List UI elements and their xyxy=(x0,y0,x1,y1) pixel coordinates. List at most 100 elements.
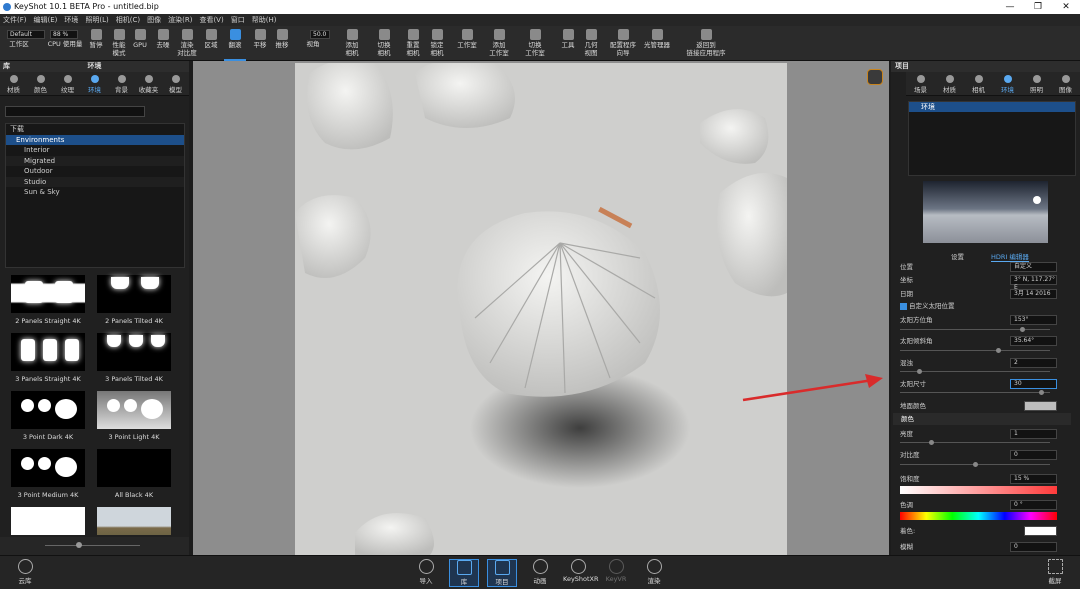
bottom-bar-item[interactable]: 项目 xyxy=(487,559,517,587)
toolbar-item[interactable]: 视角 xyxy=(302,26,324,61)
toolbar-item[interactable]: 重置 相机 xyxy=(402,26,424,61)
slider-handle[interactable] xyxy=(917,369,923,374)
sunsize-field[interactable]: 30 xyxy=(1010,379,1057,389)
slider-handle[interactable] xyxy=(929,440,934,445)
custom-sun-checkbox[interactable] xyxy=(900,302,907,310)
slider-handle[interactable] xyxy=(1020,327,1026,332)
azimuth-field[interactable]: 153° xyxy=(1010,315,1057,325)
toolbar-item[interactable]: 暂停 xyxy=(86,26,106,61)
toolbar-item[interactable]: CPU 使用量 xyxy=(46,26,84,61)
menu-item[interactable]: 查看(V) xyxy=(199,14,223,26)
slider-handle[interactable] xyxy=(76,542,82,548)
saturation-field[interactable]: 15 % xyxy=(1010,474,1057,484)
tree-item[interactable]: Migrated xyxy=(6,155,184,166)
gear-icon[interactable] xyxy=(867,69,883,85)
environment-thumbnail[interactable] xyxy=(11,449,85,487)
tab-item[interactable]: 材质 xyxy=(935,72,964,95)
tab-settings[interactable]: 设置 xyxy=(951,251,964,261)
elevation-slider[interactable] xyxy=(900,348,1050,353)
tree-item[interactable]: Environments xyxy=(6,134,184,145)
menu-item[interactable]: 渲染(R) xyxy=(168,14,192,26)
turbidity-field[interactable]: 2 xyxy=(1010,358,1057,368)
menu-item[interactable]: 图像 xyxy=(147,14,161,26)
toolbar-item[interactable]: 翻滚 xyxy=(224,26,246,61)
tree-item[interactable]: Studio xyxy=(6,176,184,187)
environment-thumbnail[interactable] xyxy=(97,391,171,429)
coords-field[interactable]: 3° N, 117.27° E xyxy=(1010,275,1057,291)
menu-item[interactable]: 帮助(H) xyxy=(252,14,277,26)
tab-item[interactable]: 场景 xyxy=(906,72,935,95)
tab-item[interactable]: 收藏夹 xyxy=(135,72,162,95)
tab-item[interactable]: 模型 xyxy=(162,72,189,95)
render-viewport[interactable] xyxy=(193,61,889,555)
tab-item[interactable]: 背景 xyxy=(108,72,135,95)
toolbar-item[interactable]: GPU xyxy=(130,26,150,61)
azimuth-slider[interactable] xyxy=(900,327,1050,332)
maximize-button[interactable]: ❐ xyxy=(1024,0,1052,14)
toolbar-item[interactable]: 几何 视图 xyxy=(580,26,602,61)
tab-item[interactable]: 环境 xyxy=(81,72,108,95)
menu-item[interactable]: 编辑(E) xyxy=(34,14,58,26)
slider-handle[interactable] xyxy=(1039,390,1045,395)
environment-list-item[interactable]: 环境 xyxy=(909,102,1075,112)
toolbar-item[interactable]: 渲染 对比度 xyxy=(176,26,198,61)
sun-icon[interactable] xyxy=(1033,196,1041,204)
menu-item[interactable]: 照明(L) xyxy=(85,14,108,26)
ground-color-swatch[interactable] xyxy=(1024,401,1057,411)
bottom-bar-item[interactable]: 动画 xyxy=(525,559,555,585)
render-canvas[interactable] xyxy=(295,63,787,555)
toolbar-item[interactable]: 去噪 xyxy=(152,26,174,61)
menu-item[interactable]: 窗口 xyxy=(231,14,245,26)
hue-bar[interactable] xyxy=(900,512,1057,520)
library-search-input[interactable] xyxy=(5,106,145,117)
menu-item[interactable]: 环境 xyxy=(64,14,78,26)
environment-thumbnail[interactable] xyxy=(97,507,171,535)
toolbar-item[interactable]: 性能 模式 xyxy=(108,26,130,61)
hue-field[interactable]: 0 ° xyxy=(1010,500,1057,510)
menu-item[interactable]: 文件(F) xyxy=(3,14,27,26)
environment-thumbnail[interactable] xyxy=(97,333,171,371)
tab-item[interactable]: 照明 xyxy=(1022,72,1051,95)
toolbar-item[interactable]: 工作区 xyxy=(5,26,33,61)
tree-item[interactable]: Sun & Sky xyxy=(6,187,184,198)
environment-thumbnail[interactable] xyxy=(97,275,171,313)
contrast-slider[interactable] xyxy=(900,462,1050,467)
bottom-bar-item[interactable]: 导入 xyxy=(411,559,441,585)
environment-thumbnail[interactable] xyxy=(11,507,85,535)
menu-item[interactable]: 相机(C) xyxy=(116,14,140,26)
blur-field[interactable]: 0 xyxy=(1010,542,1057,552)
toolbar-item[interactable]: 切换 相机 xyxy=(370,26,398,61)
tab-item[interactable]: 材质 xyxy=(0,72,27,95)
toolbar-item[interactable]: 返回到 链接应用程序 xyxy=(684,26,728,61)
tab-item[interactable]: 环境 xyxy=(993,72,1022,95)
toolbar-item[interactable]: 平移 xyxy=(250,26,270,61)
toolbar-item[interactable]: 区域 xyxy=(200,26,222,61)
toolbar-item[interactable]: 光管理器 xyxy=(642,26,672,61)
position-select[interactable]: 自定义 xyxy=(1010,262,1057,272)
toolbar-item[interactable]: 工作室 xyxy=(454,26,480,61)
environment-thumbnail[interactable] xyxy=(11,275,85,313)
bottom-bar-item[interactable]: 渲染 xyxy=(639,559,669,585)
toolbar-item[interactable]: 锁定 相机 xyxy=(426,26,448,61)
environment-thumbnail[interactable] xyxy=(11,391,85,429)
tab-item[interactable]: 图像 xyxy=(1051,72,1080,95)
elevation-field[interactable]: 35.64° xyxy=(1010,336,1057,346)
date-select[interactable]: 3月 14 2016 xyxy=(1010,289,1057,299)
minimize-button[interactable]: — xyxy=(996,0,1024,14)
toolbar-item[interactable]: 配置程序 向导 xyxy=(606,26,640,61)
tree-item[interactable]: 下载 xyxy=(6,124,184,135)
bottom-bar-item[interactable]: 库 xyxy=(449,559,479,587)
cloud-library-button[interactable]: 云库 xyxy=(10,559,40,585)
bottom-bar-item[interactable]: KeyShotXR xyxy=(563,559,599,583)
slider-handle[interactable] xyxy=(995,348,1001,353)
bottom-bar-item[interactable]: KeyVR xyxy=(601,559,631,583)
toolbar-item[interactable]: 添加 相机 xyxy=(338,26,366,61)
environment-thumbnail[interactable] xyxy=(97,449,171,487)
turbidity-slider[interactable] xyxy=(900,369,1050,374)
tree-item[interactable]: Interior xyxy=(6,145,184,156)
close-button[interactable]: ✕ xyxy=(1052,0,1080,14)
brightness-slider[interactable] xyxy=(900,440,1050,445)
toolbar-item[interactable]: 添加 工作室 xyxy=(484,26,514,61)
tab-item[interactable]: 纹理 xyxy=(54,72,81,95)
toolbar-item[interactable]: 工具 xyxy=(558,26,578,61)
